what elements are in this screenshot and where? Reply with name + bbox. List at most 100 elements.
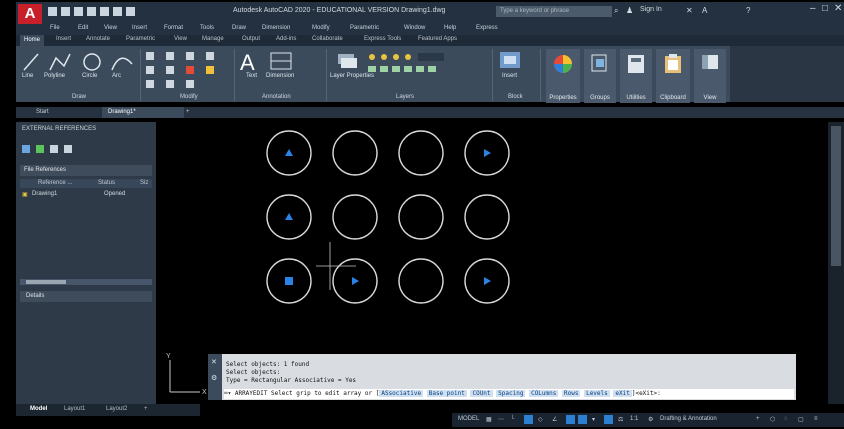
option-base-point[interactable]: Base point xyxy=(426,390,467,397)
menu-express[interactable]: Express xyxy=(476,25,498,31)
binoculars-icon[interactable]: ⌕ xyxy=(614,6,618,16)
array-circle[interactable] xyxy=(464,194,510,240)
menu-help[interactable]: Help xyxy=(444,25,456,31)
canvas-scrollbar[interactable] xyxy=(828,122,844,404)
sign-in-button[interactable]: Sign In xyxy=(640,6,662,13)
tab-layout1[interactable]: Layout1 xyxy=(64,406,85,412)
close-icon[interactable]: ✕ xyxy=(211,358,217,366)
object-snap-icon[interactable] xyxy=(566,415,575,424)
wrench-icon[interactable]: ⚙ xyxy=(211,374,217,382)
tab-output[interactable]: Output xyxy=(242,36,260,42)
text-tool-label[interactable]: Text xyxy=(246,73,257,79)
details-header[interactable]: Details xyxy=(20,291,152,302)
arc-tool-label[interactable]: Arc xyxy=(112,73,121,79)
tab-layout2[interactable]: Layout2 xyxy=(106,406,127,412)
doc-tab-start[interactable]: Start xyxy=(30,107,55,118)
save-as-icon[interactable] xyxy=(87,7,96,16)
panel-title-block[interactable]: Block xyxy=(508,94,523,100)
tab-parametric[interactable]: Parametric xyxy=(126,36,155,42)
panel-title-draw[interactable]: Draw xyxy=(72,94,86,100)
close-icon[interactable]: ✕ xyxy=(834,3,842,14)
insert-label[interactable]: Insert xyxy=(502,73,517,79)
change-path-icon[interactable] xyxy=(50,145,58,153)
column-grip-icon[interactable] xyxy=(484,277,491,285)
panel-title-modify[interactable]: Modify xyxy=(180,94,198,100)
array-circle[interactable] xyxy=(398,258,444,304)
dimension-tool-icon[interactable] xyxy=(270,52,292,70)
plus-icon[interactable]: + xyxy=(756,416,760,422)
menu-modify[interactable]: Modify xyxy=(312,25,330,31)
menu-tools[interactable]: Tools xyxy=(200,25,214,31)
table-row[interactable]: ▣ Drawing1 Opened xyxy=(20,190,152,200)
array-circle[interactable] xyxy=(332,194,378,240)
workspace-switch[interactable]: Drafting & Annotation xyxy=(660,416,717,422)
annotation-scale-value[interactable]: 1:1 xyxy=(630,416,638,422)
column-grip-icon[interactable] xyxy=(352,277,359,285)
row-grip-icon[interactable] xyxy=(285,213,293,220)
insert-block-icon[interactable] xyxy=(498,50,522,74)
option-associative[interactable]: ASsociative xyxy=(379,390,424,397)
polyline-tool-label[interactable]: Polyline xyxy=(44,73,65,79)
layer-properties-icon[interactable] xyxy=(336,52,358,70)
model-space-button[interactable]: MODEL xyxy=(458,416,479,422)
palette-scrollbar[interactable] xyxy=(20,279,152,285)
utilities-button[interactable]: Utilities xyxy=(620,49,652,103)
option-count[interactable]: COUnt xyxy=(470,390,493,397)
save-icon[interactable] xyxy=(74,7,83,16)
tab-model[interactable]: Model xyxy=(30,406,47,412)
doc-tab-drawing1[interactable]: Drawing1* xyxy=(102,107,184,118)
annotation-scale-icon[interactable]: ⚖ xyxy=(618,416,623,423)
app-menu-button[interactable]: A xyxy=(18,4,42,24)
tab-home[interactable]: Home xyxy=(20,35,45,46)
array-circle[interactable] xyxy=(398,130,444,176)
exchange-icon[interactable]: A xyxy=(702,6,707,15)
menu-parametric[interactable]: Parametric xyxy=(350,25,379,31)
base-point-grip-icon[interactable] xyxy=(285,277,293,285)
menu-format[interactable]: Format xyxy=(164,25,183,31)
menu-draw[interactable]: Draw xyxy=(232,25,246,31)
workspace-gear-icon[interactable]: ⚙ xyxy=(648,416,653,423)
menu-dimension[interactable]: Dimension xyxy=(262,25,290,31)
ortho-icon[interactable]: └ xyxy=(510,416,514,422)
maximize-icon[interactable]: □ xyxy=(822,3,828,14)
option-exit[interactable]: eXit xyxy=(613,390,632,397)
minimize-icon[interactable]: – xyxy=(810,3,816,14)
groups-button[interactable]: Groups xyxy=(584,49,616,103)
column-size[interactable]: Siz xyxy=(140,180,148,186)
add-layout-button[interactable]: + xyxy=(144,406,148,412)
attach-dwg-icon[interactable] xyxy=(22,145,30,153)
tab-manage[interactable]: Manage xyxy=(202,36,224,42)
tab-add-ins[interactable]: Add-ins xyxy=(276,36,296,42)
circle-tool-label[interactable]: Circle xyxy=(82,73,97,79)
option-columns[interactable]: COLumns xyxy=(529,390,559,397)
column-grip-icon[interactable] xyxy=(484,149,491,157)
user-icon[interactable]: ♟ xyxy=(626,6,633,15)
polar-tracking-icon[interactable] xyxy=(524,415,533,424)
cart-icon[interactable]: ✕ xyxy=(686,6,693,15)
dimension-tool-label[interactable]: Dimension xyxy=(266,73,294,79)
hardware-acceleration-icon[interactable]: ⬡ xyxy=(770,416,775,423)
properties-button[interactable]: Properties xyxy=(546,49,580,103)
tab-featured-apps[interactable]: Featured Apps xyxy=(418,36,457,42)
menu-view[interactable]: View xyxy=(104,25,117,31)
plot-icon[interactable] xyxy=(100,7,109,16)
clipboard-button[interactable]: Clipboard xyxy=(656,49,690,103)
isolate-objects-icon[interactable]: ◌ xyxy=(784,416,788,422)
file-references-header[interactable]: File References xyxy=(20,165,152,176)
search-input[interactable]: Type a keyword or phrase xyxy=(496,6,612,17)
menu-file[interactable]: File xyxy=(50,25,60,31)
snap-icon[interactable]: ⋯ xyxy=(498,416,504,423)
option-levels[interactable]: Levels xyxy=(584,390,610,397)
array-circle[interactable] xyxy=(332,130,378,176)
option-rows[interactable]: Rows xyxy=(562,390,581,397)
view-button[interactable]: View xyxy=(694,49,726,103)
column-status[interactable]: Status xyxy=(98,180,115,186)
object-snap-tracking-icon[interactable]: ∠ xyxy=(552,416,557,423)
option-spacing[interactable]: Spacing xyxy=(496,390,526,397)
row-grip-icon[interactable] xyxy=(285,149,293,156)
menu-insert[interactable]: Insert xyxy=(132,25,147,31)
new-file-icon[interactable] xyxy=(48,7,57,16)
open-file-icon[interactable] xyxy=(61,7,70,16)
tab-express-tools[interactable]: Express Tools xyxy=(364,36,401,42)
tab-view[interactable]: View xyxy=(174,36,187,42)
